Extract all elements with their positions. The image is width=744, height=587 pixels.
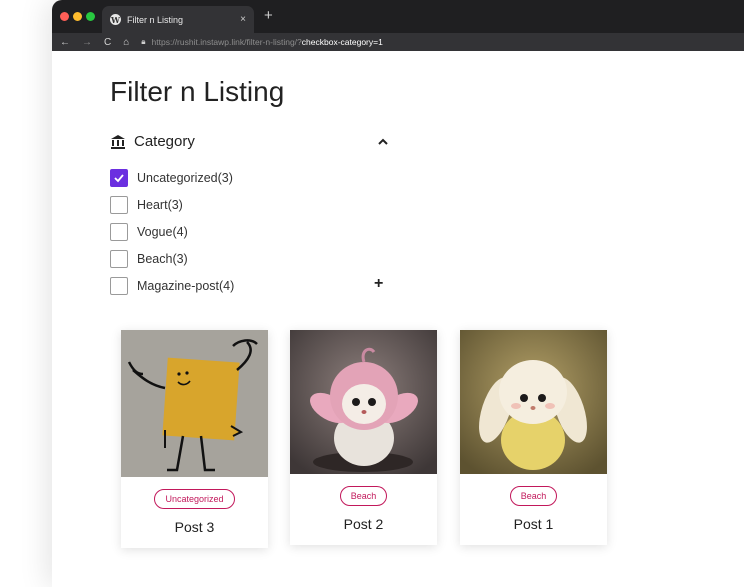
post-1-thumbnail[interactable] [460, 330, 607, 474]
option-label: Heart(3) [137, 197, 183, 212]
category-option-uncategorized[interactable]: Uncategorized(3) [110, 164, 234, 191]
back-icon[interactable]: ← [60, 37, 70, 48]
post-card-1[interactable]: Beach Post 1 [460, 330, 607, 545]
page-title: Filter n Listing [110, 76, 285, 107]
post-title[interactable]: Post 1 [460, 516, 607, 532]
minimize-window-button[interactable] [73, 12, 82, 21]
category-badge[interactable]: Uncategorized [154, 489, 235, 509]
browser-window: W Filter n Listing × + ← → C ⌂ 🔒︎ https:… [52, 0, 744, 587]
window-controls [60, 12, 95, 21]
post-card-3[interactable]: Uncategorized Post 3 [121, 330, 268, 548]
category-option-beach[interactable]: Beach(3) [110, 245, 234, 272]
checkbox-beach[interactable] [110, 249, 128, 268]
post-card-2[interactable]: Beach Post 2 [290, 330, 437, 545]
category-options: Uncategorized(3) Heart(3) Vogue(4) Beach… [110, 164, 234, 299]
url-query: checkbox-category=1 [301, 37, 383, 47]
tab-bar: W Filter n Listing × + [52, 0, 744, 33]
tab-close-icon[interactable]: × [240, 14, 246, 25]
reload-icon[interactable]: C [104, 37, 111, 48]
option-label: Magazine-post(4) [137, 278, 235, 293]
category-badge[interactable]: Beach [509, 486, 558, 506]
option-label: Vogue(4) [137, 224, 188, 239]
forward-icon[interactable]: → [82, 37, 92, 48]
category-filter-title: Category [134, 133, 195, 150]
option-label: Uncategorized(3) [137, 170, 233, 185]
expand-plus-icon[interactable]: + [374, 275, 383, 293]
chevron-up-icon[interactable] [378, 137, 388, 147]
url-host: https://rushit.instawp.link/filter-n-lis… [151, 37, 302, 47]
bank-icon [111, 134, 125, 149]
post-3-thumbnail[interactable] [121, 330, 268, 477]
category-option-magazine-post[interactable]: Magazine-post(4) [110, 272, 234, 299]
category-badge[interactable]: Beach [339, 486, 388, 506]
close-window-button[interactable] [60, 12, 69, 21]
option-label: Beach(3) [137, 251, 188, 266]
checkbox-heart[interactable] [110, 195, 128, 214]
category-option-vogue[interactable]: Vogue(4) [110, 218, 234, 245]
check-icon [114, 173, 124, 182]
category-option-heart[interactable]: Heart(3) [110, 191, 234, 218]
category-filter-header[interactable]: Category [110, 133, 388, 150]
lock-icon: 🔒︎ [141, 37, 146, 46]
home-icon[interactable]: ⌂ [123, 37, 129, 48]
url-field[interactable]: 🔒︎ https://rushit.instawp.link/filter-n-… [141, 37, 383, 47]
checkbox-uncategorized[interactable] [110, 168, 128, 187]
maximize-window-button[interactable] [86, 12, 95, 21]
post-2-thumbnail[interactable] [290, 330, 437, 474]
browser-tab[interactable]: W Filter n Listing × [102, 6, 254, 33]
post-title[interactable]: Post 3 [121, 519, 268, 535]
checkbox-vogue[interactable] [110, 222, 128, 241]
new-tab-button[interactable]: + [264, 7, 273, 24]
post-title[interactable]: Post 2 [290, 516, 437, 532]
page-content: Filter n Listing Category Uncategorized(… [52, 51, 744, 587]
checkbox-magazine-post[interactable] [110, 276, 128, 295]
wordpress-icon: W [110, 14, 121, 25]
tab-title: Filter n Listing [127, 14, 184, 25]
address-bar: ← → C ⌂ 🔒︎ https://rushit.instawp.link/f… [52, 33, 744, 51]
